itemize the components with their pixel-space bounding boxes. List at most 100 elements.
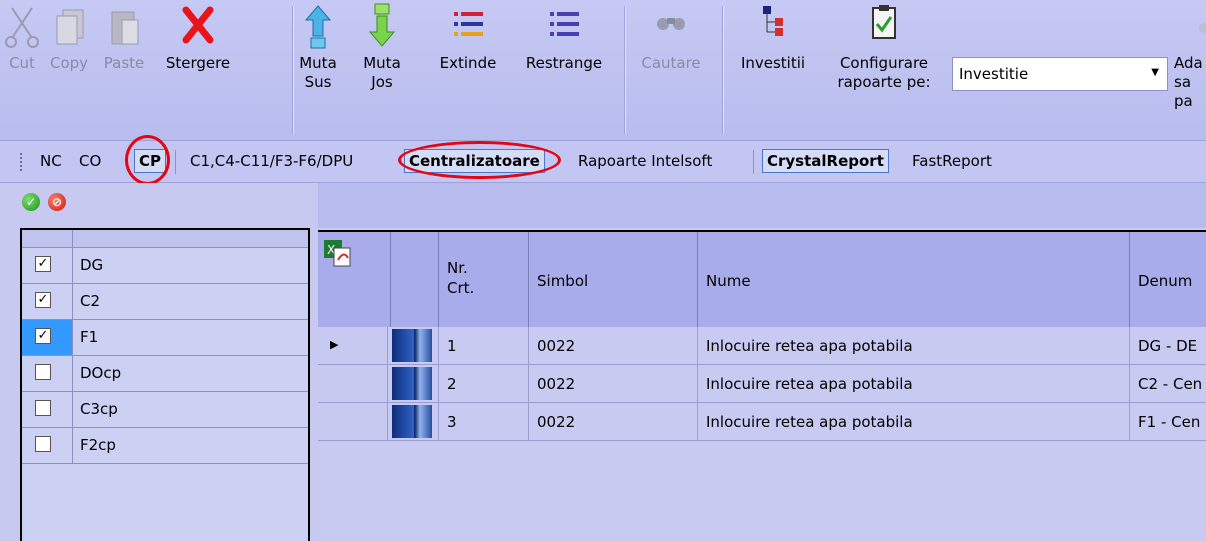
- arrow-up-icon: [298, 2, 338, 52]
- tab-separator: [753, 150, 754, 174]
- configurare-rapoarte-button[interactable]: Configurare rapoarte pe:: [826, 0, 942, 138]
- checkbox[interactable]: ✓: [35, 292, 51, 308]
- list-item[interactable]: F2cp: [22, 428, 308, 464]
- toolbar-separator: [292, 6, 294, 134]
- report-type-tabstrip: NC CO CP C1,C4-C11/F3-F6/DPU Centralizat…: [0, 135, 1206, 185]
- cell-denumire: F1 - Cen: [1129, 403, 1206, 440]
- muta-sus-button[interactable]: Muta Sus: [298, 0, 338, 138]
- row-thumbnail-icon: [392, 367, 432, 400]
- thumb-column-header: [390, 232, 438, 327]
- muta-jos-label: Muta Jos: [363, 54, 401, 91]
- checkbox-cell: [22, 356, 73, 391]
- tab-fastreport[interactable]: FastReport: [912, 150, 992, 172]
- collapse-list-icon: [544, 2, 584, 52]
- annotation-ellipse-centralizatoare: [398, 141, 561, 179]
- checkbox-cell: ✓: [22, 320, 73, 355]
- investitii-button[interactable]: Investitii: [732, 0, 814, 138]
- copy-label: Copy: [49, 54, 89, 72]
- row-indicator[interactable]: ▶: [318, 327, 388, 364]
- muta-jos-button[interactable]: Muta Jos: [362, 0, 402, 138]
- denumire-header-label: Denum: [1138, 272, 1193, 290]
- cut-button[interactable]: Cut: [2, 0, 42, 138]
- tab-rapoarte-intelsoft[interactable]: Rapoarte Intelsoft: [578, 150, 712, 172]
- paste-button[interactable]: Paste: [100, 0, 148, 138]
- row-indicator[interactable]: [318, 365, 388, 402]
- list-item-label: C3cp: [80, 400, 118, 418]
- tab-nc[interactable]: NC: [40, 150, 62, 172]
- checkbox[interactable]: [35, 436, 51, 452]
- dropdown-value: Investitie: [959, 65, 1029, 83]
- muta-sus-label: Muta Sus: [299, 54, 337, 91]
- nr-crt-header-label: Nr. Crt.: [447, 259, 475, 297]
- paste-label: Paste: [103, 54, 145, 72]
- tab-crystalreport[interactable]: CrystalReport: [762, 149, 889, 173]
- stergere-label: Stergere: [165, 54, 231, 72]
- table-row[interactable]: ▶ 1 0022 Inlocuire retea apa potabila DG…: [318, 327, 1206, 365]
- checkbox-cell: [22, 392, 73, 427]
- adauga-button[interactable]: Ada sa pa: [1174, 0, 1206, 138]
- list-item[interactable]: ✓ F1: [22, 320, 308, 356]
- table-row[interactable]: 3 0022 Inlocuire retea apa potabila F1 -…: [318, 403, 1206, 441]
- simbol-header-label: Simbol: [537, 272, 589, 290]
- row-indicator[interactable]: [318, 403, 388, 440]
- binoculars-icon: [651, 2, 691, 52]
- column-header-denumire[interactable]: Denum: [1129, 232, 1206, 327]
- tab-separator: [175, 150, 176, 174]
- cell-simbol: 0022: [528, 365, 697, 402]
- cautare-button[interactable]: Cautare: [634, 0, 708, 138]
- tab-co[interactable]: CO: [79, 150, 101, 172]
- list-item[interactable]: ✓ C2: [22, 284, 308, 320]
- checkbox[interactable]: ✓: [35, 328, 51, 344]
- copy-icon: [49, 2, 89, 52]
- cell-nr: 3: [438, 403, 528, 440]
- restrange-label: Restrange: [525, 54, 603, 72]
- cell-nr: 1: [438, 327, 528, 364]
- copy-button[interactable]: Copy: [46, 0, 92, 138]
- checkbox-cell: [22, 428, 73, 463]
- list-item[interactable]: ✓ DG: [22, 248, 308, 284]
- column-header-nr-crt[interactable]: Nr. Crt.: [438, 232, 528, 327]
- check-all-icon[interactable]: ✓: [22, 193, 40, 211]
- checkbox-cell: ✓: [22, 248, 73, 283]
- rapoarte-pe-dropdown[interactable]: Investitie ▼: [952, 57, 1168, 91]
- column-header-nume[interactable]: Nume: [697, 232, 1129, 327]
- checklist-header: [22, 230, 308, 248]
- checkbox-cell: ✓: [22, 284, 73, 319]
- row-thumbnail-icon: [392, 329, 432, 362]
- extinde-button[interactable]: Extinde: [432, 0, 504, 138]
- stergere-button[interactable]: Stergere: [152, 0, 244, 138]
- cell-simbol: 0022: [528, 403, 697, 440]
- list-item-label: F1: [80, 328, 99, 346]
- checkbox[interactable]: ✓: [35, 256, 51, 272]
- left-panel-actions: ✓ ⊘: [22, 193, 66, 211]
- checkbox[interactable]: [35, 364, 51, 380]
- restrange-button[interactable]: Restrange: [514, 0, 614, 138]
- list-item-label: C2: [80, 292, 101, 310]
- toolbar: Cut Copy Paste Stergere Muta Sus Muta Jo…: [0, 0, 1206, 141]
- checklist-header-cell: [22, 230, 73, 247]
- delete-x-icon: [178, 2, 218, 52]
- cell-simbol: 0022: [528, 327, 697, 364]
- checkbox[interactable]: [35, 400, 51, 416]
- list-item[interactable]: C3cp: [22, 392, 308, 428]
- column-header-simbol[interactable]: Simbol: [528, 232, 697, 327]
- excel-export-icon[interactable]: X: [322, 238, 354, 268]
- current-row-arrow-icon: ▶: [330, 338, 339, 351]
- tree-structure-icon: [753, 2, 793, 52]
- uncheck-all-icon[interactable]: ⊘: [48, 193, 66, 211]
- toolbar-grip[interactable]: [20, 153, 22, 171]
- list-item-label: DG: [80, 256, 104, 274]
- toolbar-separator: [722, 6, 724, 134]
- cut-label: Cut: [9, 54, 35, 72]
- arrow-down-icon: [362, 2, 402, 52]
- toolbar-separator: [624, 6, 626, 134]
- cell-nr: 2: [438, 365, 528, 402]
- cell-nume: Inlocuire retea apa potabila: [697, 327, 1129, 364]
- investitii-label: Investitii: [740, 54, 806, 72]
- nume-header-label: Nume: [706, 272, 751, 290]
- table-row[interactable]: 2 0022 Inlocuire retea apa potabila C2 -…: [318, 365, 1206, 403]
- list-item[interactable]: DOcp: [22, 356, 308, 392]
- annotation-ellipse-cp: [125, 135, 170, 185]
- tab-c1-c4-c11[interactable]: C1,C4-C11/F3-F6/DPU: [190, 150, 353, 172]
- cautare-label: Cautare: [641, 54, 701, 72]
